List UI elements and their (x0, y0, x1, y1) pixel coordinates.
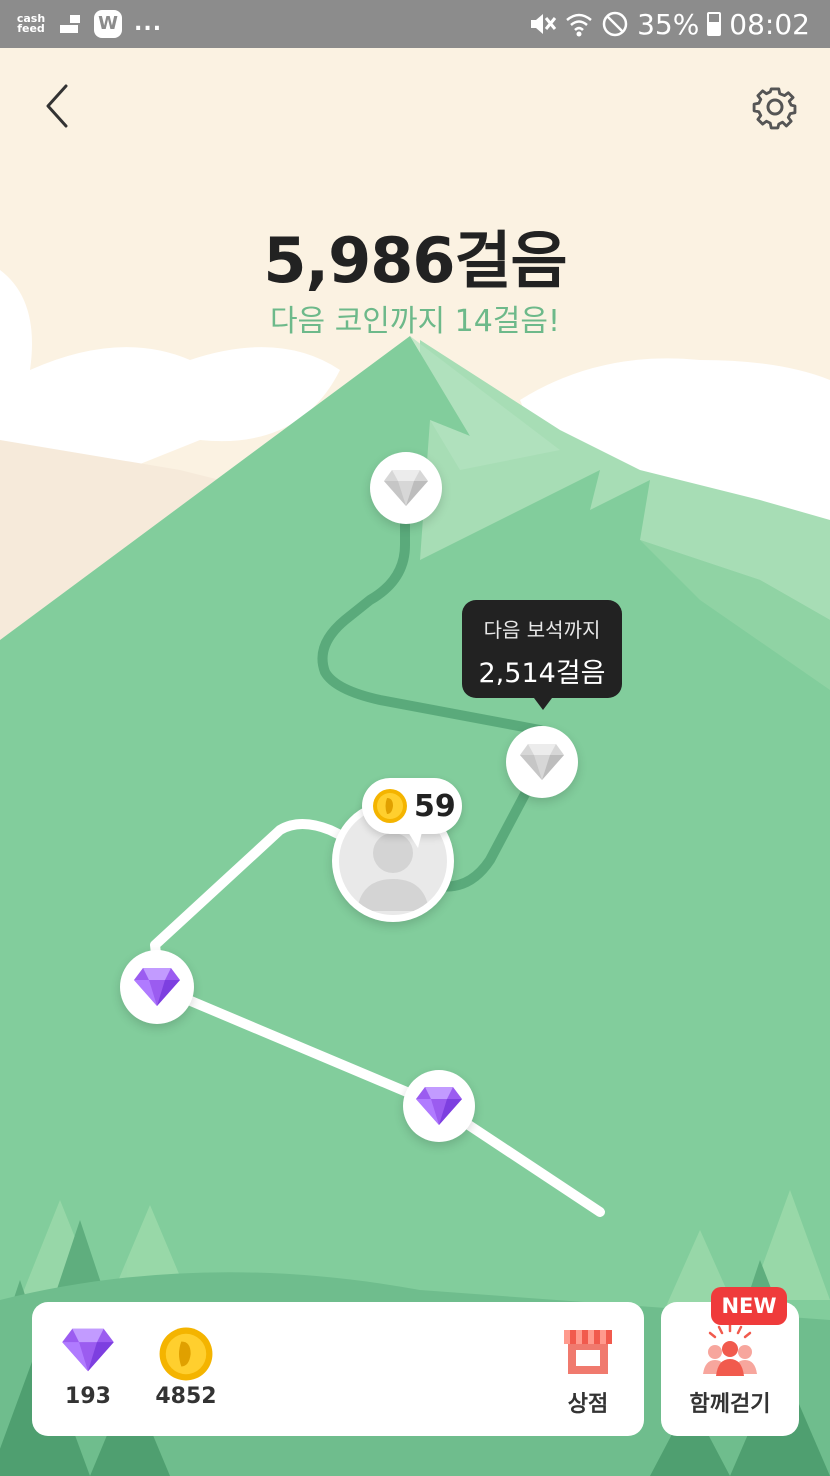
wallet-card: 193 4852 상점 (32, 1302, 644, 1436)
coin-icon (373, 789, 407, 823)
gem-icon (416, 1087, 462, 1125)
next-coin-message: 다음 코인까지 14걸음! (269, 304, 561, 339)
mute-icon (531, 14, 557, 34)
back-icon (46, 84, 68, 128)
status-left: cash feed W ... (16, 8, 162, 40)
gem-node-collected-2[interactable] (403, 1070, 475, 1142)
coin-icon (159, 1327, 213, 1381)
status-right: 35% 08:02 (527, 6, 810, 42)
gem-icon (62, 1328, 114, 1372)
shop-label: 상점 (567, 1392, 609, 1417)
diamond-node-next[interactable] (506, 726, 578, 798)
clock: 08:02 (729, 7, 810, 41)
cashfeed-icon: cash feed (16, 12, 46, 35)
tooltip-value: 2,514걸음 (478, 658, 606, 689)
shop-button[interactable]: 상점 (548, 1326, 628, 1418)
pending-coin-bubble[interactable]: 59 (362, 778, 462, 848)
do-not-disturb-icon (602, 11, 628, 37)
gem-node-collected-1[interactable] (120, 950, 194, 1024)
gem-balance[interactable]: 193 (48, 1326, 128, 1409)
walk-together-label: 함께걷기 (689, 1392, 771, 1417)
diamond-icon (520, 744, 564, 780)
next-gem-tooltip: 다음 보석까지 2,514걸음 (462, 600, 622, 710)
settings-button[interactable] (752, 84, 798, 130)
gear-icon (752, 87, 797, 130)
diamond-icon (384, 470, 428, 506)
new-badge: NEW (711, 1287, 787, 1325)
coin-balance[interactable]: 4852 (146, 1326, 226, 1409)
battery-percent: 35% (637, 7, 700, 41)
wifi-icon (566, 13, 592, 37)
battery-icon (707, 12, 722, 36)
group-walk-icon (703, 1322, 757, 1376)
status-bar: cash feed W ... 35% 08:02 (0, 0, 830, 48)
tooltip-label: 다음 보석까지 (483, 618, 601, 642)
diamond-node-top[interactable] (370, 452, 442, 524)
gem-count: 193 (65, 1384, 111, 1409)
w-app-icon: W (94, 10, 122, 38)
more-notifications: ... (134, 11, 163, 36)
step-count: 5,986걸음 (263, 224, 567, 297)
back-button[interactable] (36, 80, 80, 132)
coin-count: 4852 (155, 1384, 217, 1409)
gem-icon (134, 968, 180, 1006)
stack-app-icon (60, 15, 80, 33)
pending-coin-count: 59 (414, 788, 456, 824)
shop-icon (564, 1330, 612, 1374)
